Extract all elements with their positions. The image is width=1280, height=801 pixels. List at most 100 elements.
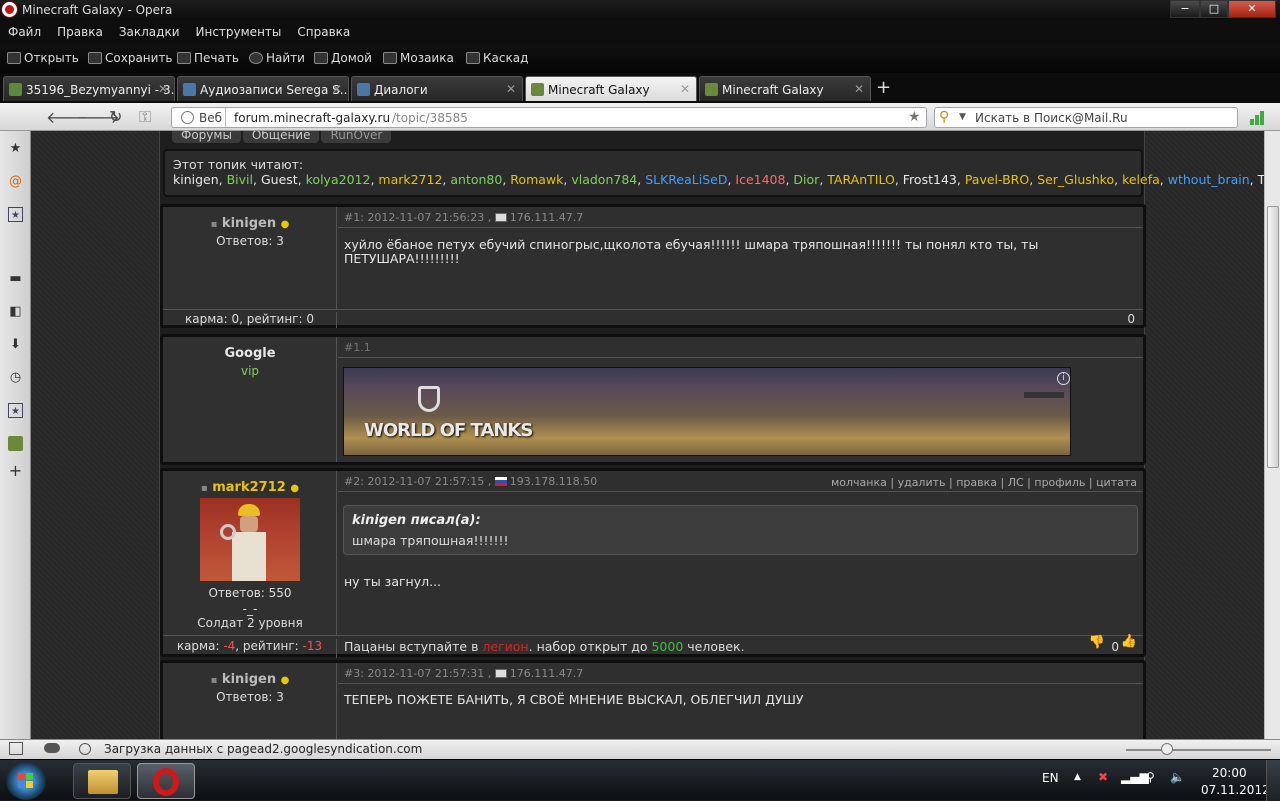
close-button[interactable]: ✕ xyxy=(1228,0,1276,18)
search-field[interactable]: ⚲ ▼ Искать в Поиск@Mail.Ru xyxy=(934,107,1238,128)
mail-icon[interactable]: @ xyxy=(8,174,23,189)
device-icon[interactable]: ⚲ xyxy=(1146,770,1155,784)
minecraft-panel-icon[interactable] xyxy=(8,436,23,451)
zoom-slider-handle[interactable] xyxy=(1161,743,1173,755)
ad-info-icon[interactable]: i xyxy=(1057,372,1070,385)
pm-link[interactable]: ЛС xyxy=(1008,476,1024,489)
author-name[interactable]: Google xyxy=(163,346,337,361)
menu-file[interactable]: Файл xyxy=(0,20,49,39)
menu-help[interactable]: Справка xyxy=(289,20,358,39)
tab-3[interactable]: Диалоги ✕ xyxy=(351,76,523,101)
clock-time[interactable]: 20:00 xyxy=(1212,766,1247,780)
signal-bars-icon[interactable]: ▂▄▆ xyxy=(1121,770,1149,784)
edit-link[interactable]: правка xyxy=(956,476,997,489)
tab-2[interactable]: Аудиозаписи Serega S... ✕ xyxy=(177,76,349,101)
speed-dial-icon[interactable]: ★ xyxy=(8,207,23,222)
print-button[interactable]: Печать xyxy=(177,51,239,65)
post-header: #1: 2012-11-07 21:56:23 , 176.111.47.7 xyxy=(338,207,1143,228)
volume-icon[interactable]: 🔈 xyxy=(1170,770,1185,784)
menu-bookmarks[interactable]: Закладки xyxy=(111,20,188,39)
notes-icon[interactable]: ◧ xyxy=(8,304,23,319)
reader-user[interactable]: anton80 xyxy=(450,172,502,187)
menu-edit[interactable]: Правка xyxy=(49,20,111,39)
author-name[interactable]: ▪ mark2712 ● xyxy=(163,480,337,495)
add-panel-icon[interactable]: + xyxy=(8,463,23,479)
reader-user[interactable]: Pavel-BRO xyxy=(965,172,1029,187)
new-tab-icon[interactable]: + xyxy=(876,77,891,98)
reader-user[interactable]: Bivil xyxy=(227,172,253,187)
reader-user[interactable]: Guest xyxy=(261,172,298,187)
reader-user[interactable]: Ice1408 xyxy=(735,172,785,187)
key-icon[interactable]: ⚿ xyxy=(139,107,151,127)
reader-user[interactable]: wthout_brain xyxy=(1168,172,1250,187)
save-button[interactable]: Сохранить xyxy=(88,51,173,65)
tab-close-icon[interactable]: ✕ xyxy=(332,82,342,96)
minimize-button[interactable]: − xyxy=(1170,0,1200,18)
tab-close-icon[interactable]: ✕ xyxy=(158,82,168,96)
tab-5[interactable]: Minecraft Galaxy ✕ xyxy=(699,76,871,101)
show-desktop-button[interactable] xyxy=(1266,760,1280,801)
author-name[interactable]: ▪ kinigen ● xyxy=(163,672,337,687)
panel-star-icon[interactable]: ★ xyxy=(8,403,23,418)
ad-banner[interactable]: WORLD OF TANKS i xyxy=(343,367,1071,456)
panel-toggle-icon[interactable] xyxy=(9,742,23,755)
reader-user[interactable]: kolya2012 xyxy=(306,172,371,187)
downloads-icon[interactable]: ⬇ xyxy=(8,337,23,352)
mute-link[interactable]: молчанка xyxy=(831,476,887,489)
start-button[interactable] xyxy=(6,762,46,800)
tab-close-icon[interactable]: ✕ xyxy=(680,82,690,96)
avatar[interactable] xyxy=(200,498,300,581)
reader-user[interactable]: vladon784 xyxy=(571,172,637,187)
breadcrumb-runover[interactable]: RunOver xyxy=(321,131,392,143)
maximize-button[interactable]: □ xyxy=(1200,0,1228,18)
reader-user[interactable]: Ser_Glushko xyxy=(1037,172,1114,187)
breadcrumb-general[interactable]: Общение xyxy=(242,131,320,143)
reader-user[interactable]: mark2712 xyxy=(378,172,442,187)
thumb-up-icon[interactable]: 👍 xyxy=(1121,634,1137,649)
tray-expand-icon[interactable]: ▲ xyxy=(1074,772,1081,782)
reader-user[interactable]: TARAnTILO xyxy=(827,172,895,187)
url-field[interactable]: Веб forum.minecraft-galaxy.ru /topic/385… xyxy=(171,107,927,128)
page-scrollbar[interactable] xyxy=(1264,131,1280,739)
reader-user[interactable]: Frost143 xyxy=(903,172,957,187)
open-button[interactable]: Открыть xyxy=(7,51,79,65)
chevron-down-icon[interactable]: ▼ xyxy=(959,112,966,122)
tab-1[interactable]: 35196_Bezymyannyi - 3... ✕ xyxy=(3,76,175,101)
clock-date[interactable]: 07.11.2012 xyxy=(1201,783,1270,797)
search-engine-icon[interactable]: ⚲ xyxy=(939,109,949,125)
bookmark-star-icon[interactable]: ★ xyxy=(908,109,921,125)
widgets-icon[interactable]: ▬ xyxy=(8,271,23,286)
tab-close-icon[interactable]: ✕ xyxy=(506,82,516,96)
profile-link[interactable]: профиль xyxy=(1034,476,1085,489)
reader-user[interactable]: kinigen xyxy=(173,172,219,187)
language-indicator[interactable]: EN xyxy=(1042,771,1059,785)
cascade-button[interactable]: Каскад xyxy=(466,51,528,65)
explorer-taskbar-button[interactable] xyxy=(73,763,131,799)
mosaic-button[interactable]: Мозаика xyxy=(383,51,454,65)
bookmarks-star-icon[interactable]: ★ xyxy=(8,141,23,156)
post-header[interactable]: #1.1 xyxy=(338,337,1143,358)
network-warning-icon[interactable]: ✖ xyxy=(1098,770,1108,784)
author-name[interactable]: ▪ kinigen ● xyxy=(163,216,337,231)
reader-user[interactable]: SLKReaLiSeD xyxy=(645,172,727,187)
history-clock-icon[interactable]: ◷ xyxy=(8,370,23,385)
signal-icon[interactable] xyxy=(1250,109,1268,125)
opera-unite-cloud-icon[interactable] xyxy=(44,743,60,753)
reader-user[interactable]: Dior xyxy=(793,172,819,187)
find-button[interactable]: Найти xyxy=(249,51,305,65)
quote-link[interactable]: цитата xyxy=(1096,476,1137,489)
home-button[interactable]: Домой xyxy=(314,51,372,65)
legion-link[interactable]: легион xyxy=(482,639,528,654)
menu-tools[interactable]: Инструменты xyxy=(188,20,290,39)
tab-close-icon[interactable]: ✕ xyxy=(854,82,864,96)
scrollbar-thumb[interactable] xyxy=(1267,206,1279,468)
zoom-slider-track[interactable] xyxy=(1126,749,1271,751)
reader-user[interactable]: Romawk xyxy=(510,172,563,187)
breadcrumb-forums[interactable]: Форумы xyxy=(172,131,241,143)
tab-4-active[interactable]: Minecraft Galaxy ✕ xyxy=(525,76,697,101)
reload-icon[interactable]: ↻ xyxy=(109,107,122,126)
thumb-down-icon[interactable]: 👎 xyxy=(1089,635,1105,650)
opera-taskbar-button[interactable] xyxy=(137,763,195,799)
delete-link[interactable]: удалить xyxy=(898,476,946,489)
reader-user[interactable]: kelefa xyxy=(1122,172,1160,187)
